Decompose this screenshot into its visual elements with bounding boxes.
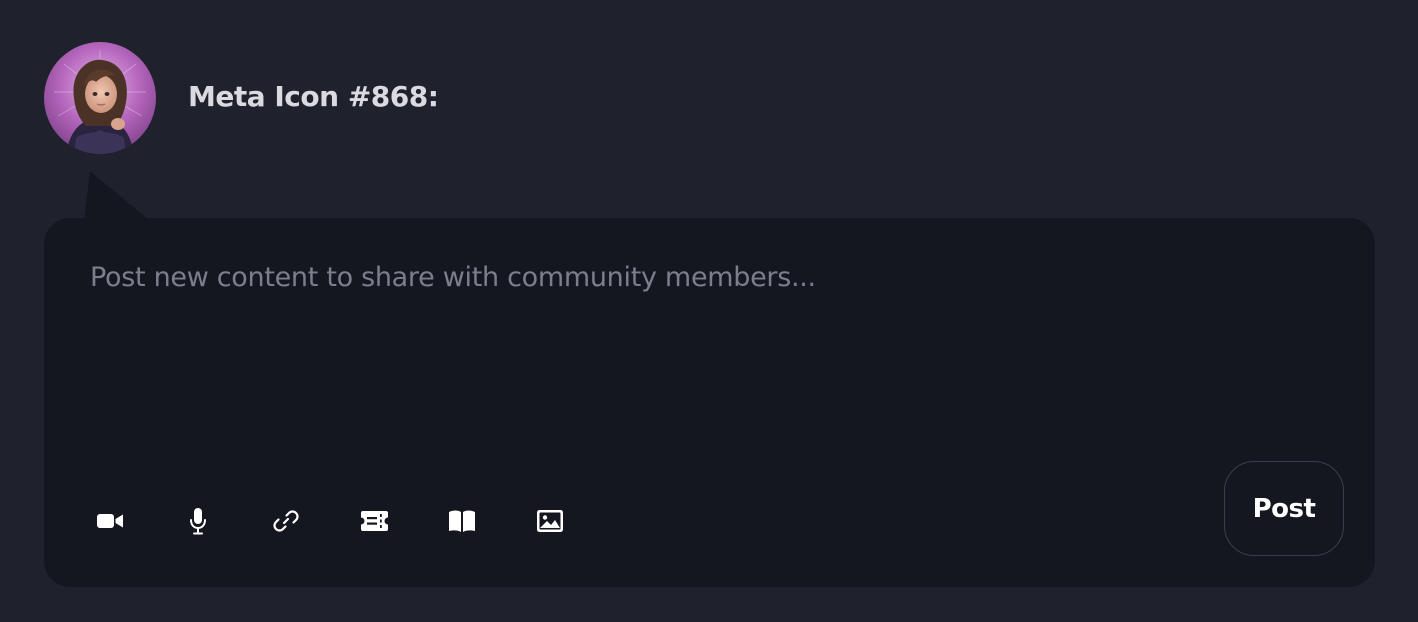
speech-bubble-tail: [84, 171, 150, 221]
avatar-image: [44, 42, 156, 154]
username: Meta Icon #868:: [188, 80, 439, 113]
add-audio-button[interactable]: [184, 507, 212, 535]
image-icon: [537, 510, 563, 532]
add-event-button[interactable]: [360, 507, 388, 535]
post-button[interactable]: Post: [1224, 461, 1344, 556]
avatar[interactable]: [44, 42, 156, 154]
link-icon: [273, 510, 299, 532]
ticket-icon: [360, 511, 388, 531]
create-post-panel: Meta Icon #868: Post new content to shar…: [0, 0, 1418, 622]
add-link-button[interactable]: [272, 507, 300, 535]
book-icon: [449, 510, 475, 532]
add-image-button[interactable]: [536, 507, 564, 535]
add-article-button[interactable]: [448, 507, 476, 535]
microphone-icon: [190, 507, 206, 534]
post-composer: Post: [44, 218, 1375, 587]
add-video-button[interactable]: [96, 507, 124, 535]
post-content-input[interactable]: [90, 262, 1190, 422]
video-camera-icon: [97, 514, 123, 528]
